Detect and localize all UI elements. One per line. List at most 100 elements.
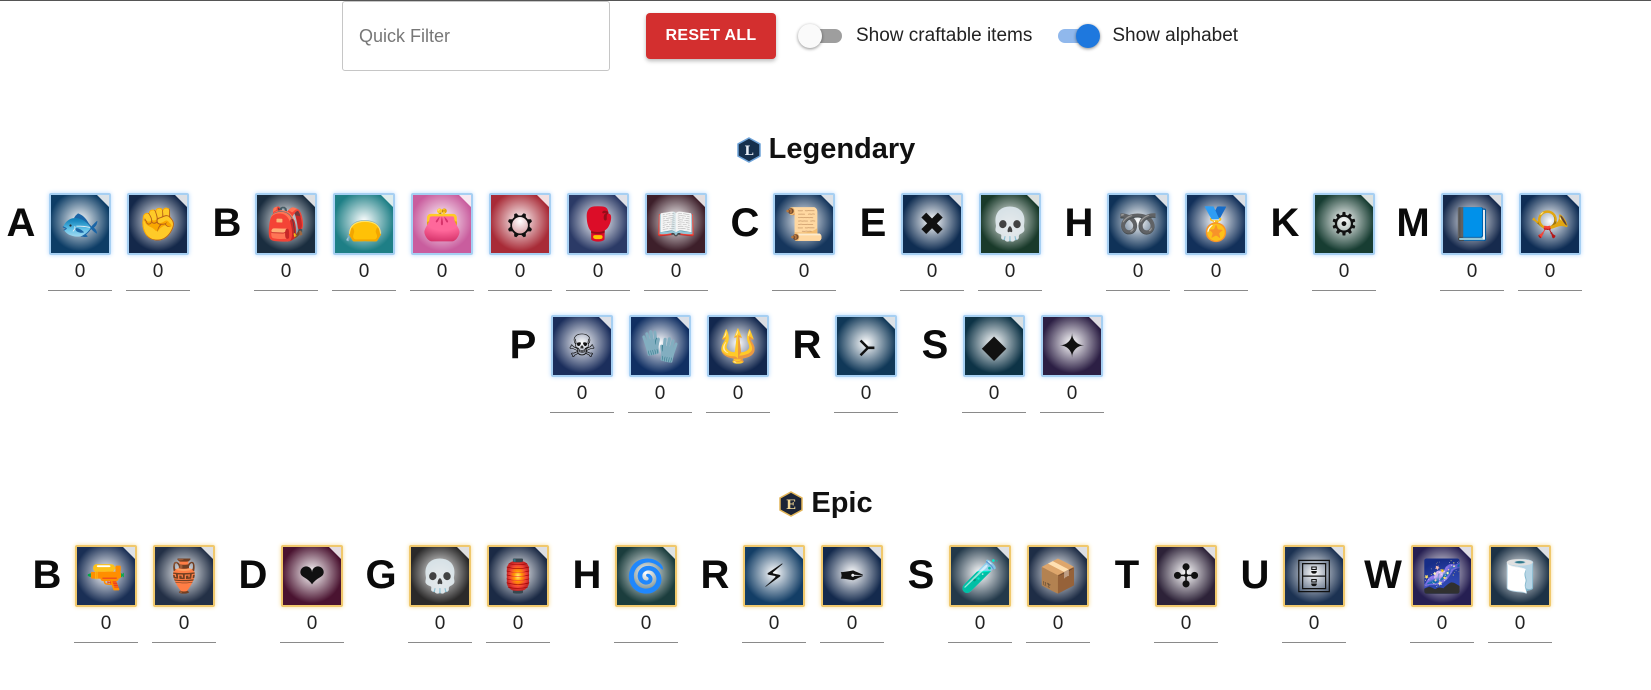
item-count[interactable]: 0	[152, 613, 216, 643]
item-count[interactable]: 0	[48, 261, 112, 291]
bag-icon[interactable]: 👝	[333, 193, 395, 255]
item-count[interactable]: 0	[1440, 261, 1504, 291]
item-count[interactable]: 0	[614, 613, 678, 643]
item-cell[interactable]: 🏅 0	[1182, 193, 1250, 291]
item-count[interactable]: 0	[488, 261, 552, 291]
lightning-icon[interactable]: ⚡	[743, 545, 805, 607]
item-count[interactable]: 0	[706, 383, 770, 413]
item-count[interactable]: 0	[1312, 261, 1376, 291]
craftable-toggle[interactable]: Show craftable items	[798, 24, 1032, 48]
item-count[interactable]: 0	[410, 261, 474, 291]
item-count[interactable]: 0	[1518, 261, 1582, 291]
gauntlet-icon[interactable]: ✊	[127, 193, 189, 255]
item-count[interactable]: 0	[1282, 613, 1346, 643]
item-count[interactable]: 0	[834, 383, 898, 413]
item-cell[interactable]: 🧤 0	[626, 315, 694, 413]
item-count[interactable]: 0	[628, 383, 692, 413]
item-count[interactable]: 0	[1184, 261, 1248, 291]
item-cell[interactable]: 🌀 0	[612, 545, 680, 643]
item-cell[interactable]: 🏮 0	[484, 545, 552, 643]
fish-icon[interactable]: 🐟	[49, 193, 111, 255]
item-cell[interactable]: 📯 0	[1516, 193, 1584, 291]
book-icon[interactable]: 📖	[645, 193, 707, 255]
skull-staff-icon[interactable]: ☠	[551, 315, 613, 377]
item-cell[interactable]: ⛭ 0	[486, 193, 554, 291]
heart-icon[interactable]: ❤	[281, 545, 343, 607]
item-cell[interactable]: ✊ 0	[124, 193, 192, 291]
item-count[interactable]: 0	[1488, 613, 1552, 643]
horseshoe-icon[interactable]: ➿	[1107, 193, 1169, 255]
bag-icon[interactable]: 👛	[411, 193, 473, 255]
item-count[interactable]: 0	[1040, 383, 1104, 413]
item-cell[interactable]: ✒ 0	[818, 545, 886, 643]
rune-icon[interactable]: ᚛	[835, 315, 897, 377]
scroll-icon[interactable]: 📜	[773, 193, 835, 255]
item-count[interactable]: 0	[978, 261, 1042, 291]
item-count[interactable]: 0	[1026, 613, 1090, 643]
item-count[interactable]: 0	[74, 613, 138, 643]
item-cell[interactable]: 📜 0	[770, 193, 838, 291]
crossbow-icon[interactable]: ✖	[901, 193, 963, 255]
pen-icon[interactable]: ✒	[821, 545, 883, 607]
item-count[interactable]: 0	[820, 613, 884, 643]
item-cell[interactable]: ✖ 0	[898, 193, 966, 291]
item-count[interactable]: 0	[1106, 261, 1170, 291]
item-cell[interactable]: 🎒 0	[252, 193, 320, 291]
emblem-icon[interactable]: ✣	[1155, 545, 1217, 607]
backpack-icon[interactable]: 🎒	[255, 193, 317, 255]
horn-icon[interactable]: 📯	[1519, 193, 1581, 255]
item-cell[interactable]: 📦 0	[1024, 545, 1092, 643]
item-count[interactable]: 0	[126, 261, 190, 291]
lantern-icon[interactable]: 🏮	[487, 545, 549, 607]
glove-icon[interactable]: 🧤	[629, 315, 691, 377]
chest-icon[interactable]: 🧪	[949, 545, 1011, 607]
item-cell[interactable]: 🗄 0	[1280, 545, 1348, 643]
item-cell[interactable]: 📖 0	[642, 193, 710, 291]
item-cell[interactable]: ❤ 0	[278, 545, 346, 643]
item-cell[interactable]: 🥊 0	[564, 193, 632, 291]
item-count[interactable]: 0	[254, 261, 318, 291]
stone-icon[interactable]: ✦	[1041, 315, 1103, 377]
torch-icon[interactable]: 🔱	[707, 315, 769, 377]
item-cell[interactable]: 💀 0	[976, 193, 1044, 291]
bracers-icon[interactable]: 🥊	[567, 193, 629, 255]
orb-icon[interactable]: 🌀	[615, 545, 677, 607]
item-cell[interactable]: ⚡ 0	[740, 545, 808, 643]
item-count[interactable]: 0	[550, 383, 614, 413]
item-count[interactable]: 0	[280, 613, 344, 643]
item-count[interactable]: 0	[772, 261, 836, 291]
craftable-switch[interactable]	[798, 24, 842, 48]
crate-icon[interactable]: 🗄	[1283, 545, 1345, 607]
item-count[interactable]: 0	[486, 613, 550, 643]
item-cell[interactable]: 👝 0	[330, 193, 398, 291]
item-cell[interactable]: 🐟 0	[46, 193, 114, 291]
item-count[interactable]: 0	[644, 261, 708, 291]
blaster-icon[interactable]: 🔫	[75, 545, 137, 607]
item-cell[interactable]: 👛 0	[408, 193, 476, 291]
item-cell[interactable]: ✦ 0	[1038, 315, 1106, 413]
item-cell[interactable]: ⚙ 0	[1310, 193, 1378, 291]
reset-all-button[interactable]: RESET ALL	[646, 13, 776, 59]
item-count[interactable]: 0	[900, 261, 964, 291]
alphabet-toggle[interactable]: Show alphabet	[1054, 24, 1238, 48]
item-cell[interactable]: 🏺 0	[150, 545, 218, 643]
item-cell[interactable]: ◆ 0	[960, 315, 1028, 413]
skull-icon[interactable]: 💀	[409, 545, 471, 607]
item-count[interactable]: 0	[1154, 613, 1218, 643]
item-count[interactable]: 0	[1410, 613, 1474, 643]
gourd-icon[interactable]: 🏺	[153, 545, 215, 607]
shard-icon[interactable]: ◆	[963, 315, 1025, 377]
item-count[interactable]: 0	[962, 383, 1026, 413]
item-cell[interactable]: ➿ 0	[1104, 193, 1172, 291]
item-cell[interactable]: 🔱 0	[704, 315, 772, 413]
item-cell[interactable]: 💀 0	[406, 545, 474, 643]
cloth-icon[interactable]: 🧻	[1489, 545, 1551, 607]
item-cell[interactable]: ✣ 0	[1152, 545, 1220, 643]
item-count[interactable]: 0	[408, 613, 472, 643]
item-count[interactable]: 0	[948, 613, 1012, 643]
item-count[interactable]: 0	[566, 261, 630, 291]
item-count[interactable]: 0	[742, 613, 806, 643]
bag-icon[interactable]: ⛭	[489, 193, 551, 255]
skull-gem-icon[interactable]: 💀	[979, 193, 1041, 255]
gear-icon[interactable]: ⚙	[1313, 193, 1375, 255]
